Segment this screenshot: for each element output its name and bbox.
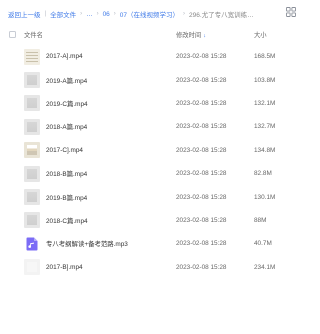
breadcrumb-all-files[interactable]: 全部文件: [50, 9, 76, 19]
table-row[interactable]: 2017-B].mp4 2023-02-08 15:28 234.1M: [0, 256, 310, 279]
file-name[interactable]: 2017-C].mp4: [46, 147, 83, 154]
row-check-cell: [0, 170, 24, 177]
video-thumbnail: [24, 72, 40, 89]
row-check-cell: [0, 123, 24, 130]
file-name[interactable]: 2019-A篇.mp4: [46, 76, 87, 85]
header-name[interactable]: 文件名: [24, 30, 176, 39]
chevron-right-icon: ›: [113, 11, 116, 17]
file-name-cell[interactable]: 2019-A篇.mp4: [24, 72, 176, 89]
breadcrumb: 返回上一级 | 全部文件 › … › 06 › 07（在线视频学习） › 296…: [8, 8, 254, 20]
file-modified: 2023-02-08 15:28: [176, 170, 227, 178]
file-size: 103.8M: [254, 76, 276, 84]
video-thumbnail: [24, 95, 40, 112]
file-name-cell[interactable]: 2017-C].mp4: [24, 142, 176, 159]
file-size: 168.5M: [254, 53, 276, 61]
row-check-cell: [0, 53, 24, 60]
music-file-icon: [24, 236, 40, 252]
table-header: 文件名 修改时间 ↓ 大小: [0, 24, 310, 44]
breadcrumb-ellipsis[interactable]: …: [86, 11, 93, 18]
video-thumbnail: [24, 259, 40, 276]
file-list: 2017-A].mp4 2023-02-08 15:28 168.5M 2019…: [0, 45, 310, 279]
select-all-checkbox[interactable]: [8, 30, 16, 38]
file-size: 134.8M: [254, 146, 276, 154]
file-name-cell[interactable]: 2019-C篇.mp4: [24, 95, 176, 112]
table-row[interactable]: 2018-B篇.mp4 2023-02-08 15:28 82.8M: [0, 162, 310, 185]
chevron-right-icon: ›: [96, 11, 99, 17]
row-check-cell: [0, 194, 24, 201]
breadcrumb-folder-06[interactable]: 06: [103, 11, 110, 18]
row-check-cell: [0, 217, 24, 224]
file-size: 130.1M: [254, 193, 276, 201]
row-check-cell: [0, 147, 24, 154]
file-size: 40.7M: [254, 240, 272, 248]
file-size: 132.1M: [254, 99, 276, 107]
table-row[interactable]: 专八考纲解读+备考范路.mp3 2023-02-08 15:28 40.7M: [0, 232, 310, 255]
breadcrumb-separator: |: [44, 11, 47, 17]
table-row[interactable]: 2019-C篇.mp4 2023-02-08 15:28 132.1M: [0, 92, 310, 115]
file-modified: 2023-02-08 15:28: [176, 53, 227, 61]
video-thumbnail: [24, 118, 40, 135]
sort-desc-icon[interactable]: ↓: [203, 33, 206, 39]
row-check-cell: [0, 264, 24, 271]
file-name-cell[interactable]: 2017-B].mp4: [24, 259, 176, 276]
select-all-cell: [0, 30, 24, 38]
file-name[interactable]: 2019-C篇.mp4: [46, 99, 88, 108]
table-row[interactable]: 2018-C篇.mp4 2023-02-08 15:28 88M: [0, 209, 310, 232]
breadcrumb-back[interactable]: 返回上一级: [8, 9, 41, 19]
file-name-cell[interactable]: 2018-A篇.mp4: [24, 118, 176, 135]
video-thumbnail: [24, 142, 40, 159]
file-modified: 2023-02-08 15:28: [176, 240, 227, 248]
file-name-cell[interactable]: 2019-B篇.mp4: [24, 189, 176, 206]
file-name[interactable]: 专八考纲解读+备考范路.mp3: [46, 239, 128, 248]
video-thumbnail: [24, 48, 40, 65]
grid-view-icon[interactable]: [286, 7, 296, 17]
file-size: 132.7M: [254, 123, 276, 131]
row-check-cell: [0, 240, 24, 247]
file-name-cell[interactable]: 2017-A].mp4: [24, 48, 176, 65]
file-name-cell[interactable]: 2018-B篇.mp4: [24, 165, 176, 182]
file-name-cell[interactable]: 专八考纲解读+备考范路.mp3: [24, 236, 176, 252]
table-row[interactable]: 2019-B篇.mp4 2023-02-08 15:28 130.1M: [0, 185, 310, 208]
row-check-cell: [0, 100, 24, 107]
table-row[interactable]: 2017-C].mp4 2023-02-08 15:28 134.8M: [0, 139, 310, 162]
breadcrumb-current: 296.尤了专八宽训练…: [189, 12, 254, 19]
file-size: 82.8M: [254, 170, 272, 178]
header-modified-label: 修改时间: [176, 31, 202, 39]
file-modified: 2023-02-08 15:28: [176, 123, 227, 131]
file-size: 234.1M: [254, 263, 276, 271]
file-name[interactable]: 2018-C篇.mp4: [46, 216, 88, 225]
chevron-right-icon: ›: [80, 11, 83, 17]
breadcrumb-folder-07[interactable]: 07（在线视频学习）: [120, 9, 179, 19]
file-name[interactable]: 2017-B].mp4: [46, 264, 83, 271]
file-modified: 2023-02-08 15:28: [176, 76, 227, 84]
file-modified: 2023-02-08 15:28: [176, 216, 227, 224]
file-modified: 2023-02-08 15:28: [176, 146, 227, 154]
file-name[interactable]: 2018-B篇.mp4: [46, 169, 87, 178]
file-modified: 2023-02-08 15:28: [176, 99, 227, 107]
file-name[interactable]: 2017-A].mp4: [46, 53, 83, 60]
table-row[interactable]: 2017-A].mp4 2023-02-08 15:28 168.5M: [0, 45, 310, 68]
file-name-cell[interactable]: 2018-C篇.mp4: [24, 212, 176, 229]
video-thumbnail: [24, 212, 40, 229]
header-modified[interactable]: 修改时间 ↓: [176, 30, 254, 39]
table-row[interactable]: 2018-A篇.mp4 2023-02-08 15:28 132.7M: [0, 115, 310, 138]
file-modified: 2023-02-08 15:28: [176, 263, 227, 271]
file-name[interactable]: 2019-B篇.mp4: [46, 193, 87, 202]
file-size: 88M: [254, 216, 267, 224]
row-check-cell: [0, 77, 24, 84]
file-modified: 2023-02-08 15:28: [176, 193, 227, 201]
file-name[interactable]: 2018-A篇.mp4: [46, 122, 87, 131]
video-thumbnail: [24, 165, 40, 182]
video-thumbnail: [24, 189, 40, 206]
table-row[interactable]: 2019-A篇.mp4 2023-02-08 15:28 103.8M: [0, 68, 310, 91]
header-size[interactable]: 大小: [254, 30, 304, 39]
chevron-right-icon: ›: [183, 11, 186, 17]
